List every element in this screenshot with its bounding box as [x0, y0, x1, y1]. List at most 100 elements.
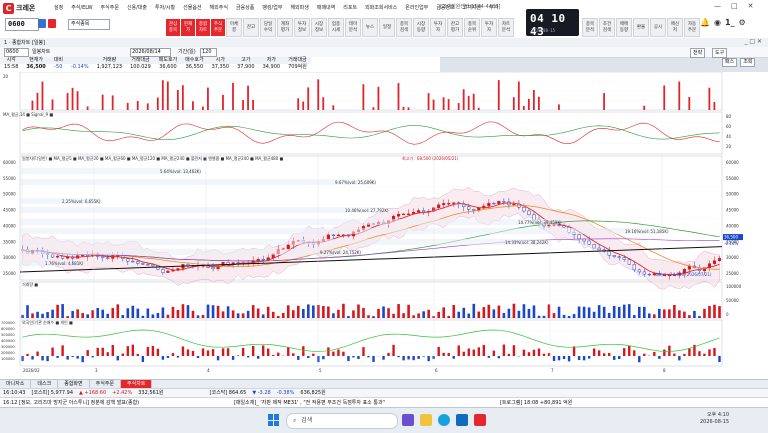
x-axis-label: 7 [551, 368, 554, 373]
price-annotation: 9.67%(vol: 25,609K) [335, 180, 376, 185]
indicator-bar [207, 88, 209, 110]
quick-button[interactable]: 종목 검색 [396, 18, 412, 37]
chart-window-controls[interactable]: _ □ ✕ [744, 38, 762, 45]
volume-bar [467, 314, 470, 318]
main-menu: 설정주식/ELW주식주문신용/대출투자/시황선물옵션해외주식금융상품뱅킹/업무해… [50, 3, 502, 13]
folder-icon[interactable] [420, 414, 432, 426]
chart-area[interactable]: 20MA_평균,14 ■ Signal_9 ■일봉차트(일반) ■ MA_평균5… [0, 72, 768, 379]
quick-button[interactable]: 투자 정보 [294, 18, 310, 37]
query-button[interactable]: 조회 [740, 58, 755, 67]
minimize-icon[interactable]: — [714, 2, 721, 10]
edge-icon[interactable] [438, 414, 450, 426]
volume-bar [157, 313, 160, 318]
flow-bar [362, 347, 364, 356]
maximize-icon[interactable]: □ [731, 2, 738, 10]
quick-button[interactable]: 종목 분석 [582, 18, 598, 37]
indicator-bar [242, 100, 244, 110]
quick-button[interactable]: 자동 주문 [684, 18, 700, 37]
quick-button[interactable]: 업종 시세 [328, 18, 344, 37]
settings-icon[interactable]: ⚙ [739, 18, 746, 27]
date-input[interactable]: 2026/08/14 [130, 48, 171, 57]
flow-bar [568, 356, 570, 361]
menu-item[interactable]: 뱅킹/업무 [258, 3, 286, 13]
stock-search-input[interactable]: 주식종목 [68, 19, 110, 30]
quick-button[interactable]: 공시 [650, 18, 666, 37]
flow-bar [81, 356, 83, 362]
quick-button[interactable]: 뉴스 [362, 18, 378, 37]
quick-button-red[interactable]: 관심 종목 [166, 19, 180, 36]
favorite-icon[interactable] [48, 19, 56, 28]
menu-item[interactable]: 설정 [50, 3, 67, 13]
quick-button-red[interactable]: 현재 가 [181, 19, 195, 36]
store-icon[interactable] [456, 414, 468, 426]
strategy-button[interactable]: 전략 [690, 48, 705, 58]
candle-body [523, 207, 526, 211]
quick-button[interactable]: 종목 순위 [464, 18, 480, 37]
flow-bar [558, 356, 560, 360]
menu-item[interactable]: 주식/ELW [67, 3, 96, 13]
quick-button[interactable]: 투자 자 [481, 18, 497, 37]
volume-bar [382, 306, 385, 318]
screen-number[interactable]: 1_ [725, 18, 735, 27]
volume-bar [402, 313, 405, 318]
menu-item[interactable]: 리포트 [339, 3, 361, 13]
quick-button[interactable]: 잔고 평가 [447, 18, 463, 37]
period-input[interactable]: 120 [200, 48, 217, 57]
menu-item[interactable]: 선물옵션 [179, 3, 205, 13]
quick-button[interactable]: 메신 저 [667, 18, 683, 37]
creon-icon[interactable] [474, 414, 486, 426]
camera-icon[interactable]: ◉ [714, 18, 721, 27]
title-bar: C 크레온 설정주식/ELW주식주문신용/대출투자/시황선물옵션해외주식금융상품… [0, 0, 768, 17]
taskbar-search[interactable]: ⌕ 검색 [286, 413, 398, 429]
quick-button[interactable]: 환율 [633, 18, 649, 37]
quick-button[interactable]: 투자 자 [430, 18, 446, 37]
stock-chart[interactable]: 20MA_평균,14 ■ Signal_9 ■일봉차트(일반) ■ MA_평균5… [0, 72, 768, 379]
menu-item[interactable]: 투자/시황 [151, 3, 179, 13]
quick-button[interactable]: 시장 정보 [311, 18, 327, 37]
menu-item[interactable]: 매매내역 [313, 3, 339, 13]
stock-code-input[interactable]: 0600 [4, 48, 29, 57]
quick-button[interactable]: 계좌 평가 [277, 18, 293, 37]
menu-item[interactable]: 해외주식 [206, 3, 232, 13]
menu-item[interactable]: 신용/대출 [123, 3, 151, 13]
candle-body [493, 203, 496, 204]
quick-button[interactable]: 테마 분석 [345, 18, 361, 37]
taskview-icon[interactable] [402, 414, 414, 426]
volume-axis-label: 0 [726, 312, 729, 317]
quick-button[interactable]: 잔고 [243, 18, 259, 37]
search-icon[interactable] [38, 19, 46, 28]
menu-item[interactable]: 온라인업무 [401, 3, 432, 13]
quick-button-red[interactable]: 주식 주문 [211, 19, 225, 36]
candle-body [437, 205, 440, 208]
quick-button[interactable]: 차트 분석 [498, 18, 514, 37]
pass-button[interactable]: 패스 [722, 58, 737, 67]
close-icon[interactable]: ✕ [748, 2, 754, 10]
quick-button-red[interactable]: 종합 차트 [196, 19, 210, 36]
flow-bar [538, 349, 540, 356]
menu-item[interactable]: 금융상품 [232, 3, 258, 13]
volume-bar [267, 307, 270, 318]
clock-date: 2026-08-15 [531, 28, 555, 33]
panel-label: 거래량 ■ [22, 281, 38, 287]
menu-item[interactable]: 해외파생 [286, 3, 312, 13]
taskbar-clock[interactable]: 오후 4:10 2026-08-15 [700, 412, 729, 426]
volume-bar [247, 311, 250, 318]
start-icon[interactable] [268, 414, 280, 426]
quick-button[interactable]: 당일 수익 [260, 18, 276, 37]
quick-button[interactable]: 일정 [379, 18, 395, 37]
bell-icon[interactable]: 🔔 [700, 18, 710, 27]
quick-button[interactable]: 미체 결 [226, 18, 242, 37]
volume-bar [588, 307, 591, 318]
menu-item[interactable]: 외화조회서비스 [361, 3, 401, 13]
support-link[interactable]: [고객지원센터 1544-4488] [440, 3, 500, 11]
quick-button[interactable]: 매매 동향 [616, 18, 632, 37]
quick-button[interactable]: 시장 동향 [413, 18, 429, 37]
indicator-bar [297, 98, 299, 110]
price-axis-label-left: 60000 [3, 160, 16, 165]
candle-body [608, 251, 611, 255]
price-annotation: 10.46%(vol: 27,792K) [345, 208, 389, 213]
account-selector[interactable]: 0600 [5, 18, 39, 31]
quick-button[interactable]: 조건 검색 [599, 18, 615, 37]
menu-item[interactable]: 주식주문 [97, 3, 123, 13]
tools-button[interactable]: 도구 [712, 48, 727, 58]
